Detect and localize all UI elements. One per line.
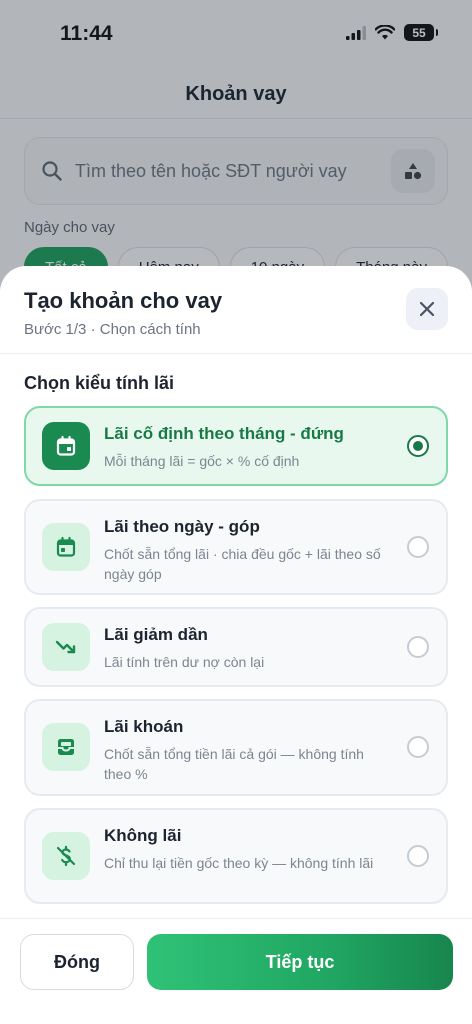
option-lump-sum-interest[interactable]: Lãi khoán Chốt sẵn tổng tiền lãi cả gói …: [24, 699, 448, 796]
option-icon-box: [42, 523, 90, 571]
trending-down-icon: [55, 640, 76, 654]
sheet-step-subtitle: Bước 1/3 · Chọn cách tính: [24, 321, 201, 338]
inbox-icon: [58, 739, 74, 755]
option-title: Lãi giảm dần: [104, 625, 208, 644]
create-loan-sheet: Tạo khoản cho vay Bước 1/3 · Chọn cách t…: [0, 266, 472, 1024]
option-icon-box: [42, 422, 90, 470]
continue-button[interactable]: Tiếp tục: [147, 934, 453, 990]
option-title: Lãi theo ngày - góp: [104, 517, 260, 536]
option-description: Chốt sẵn tổng lãi · chia đều gốc + lãi t…: [104, 546, 381, 582]
option-no-interest[interactable]: Không lãi Chỉ thu lại tiền gốc theo kỳ —…: [24, 808, 448, 904]
close-footer-button[interactable]: Đóng: [20, 934, 134, 990]
option-radio[interactable]: [407, 435, 429, 457]
option-title: Không lãi: [104, 826, 182, 845]
option-description: Chỉ thu lại tiền gốc theo kỳ — không tín…: [104, 855, 374, 871]
option-title: Lãi cố định theo tháng - đứng: [104, 424, 344, 443]
footer-divider: [0, 918, 472, 919]
option-description: Lãi tính trên dư nợ còn lại: [104, 654, 265, 670]
option-title: Lãi khoán: [104, 717, 184, 736]
option-icon-box: [42, 832, 90, 880]
option-declining-balance[interactable]: Lãi giảm dần Lãi tính trên dư nợ còn lại: [24, 607, 448, 687]
option-description: Mỗi tháng lãi = gốc × % cố định: [104, 453, 300, 469]
section-title: Chọn kiểu tính lãi: [24, 373, 175, 393]
option-icon-box: [42, 623, 90, 671]
option-radio[interactable]: [407, 636, 429, 658]
option-radio[interactable]: [407, 536, 429, 558]
money-off-icon: [56, 845, 76, 867]
option-fixed-monthly[interactable]: Lãi cố định theo tháng - đứng Mỗi tháng …: [24, 406, 448, 486]
sheet-divider: [0, 353, 472, 354]
calendar-icon: [56, 536, 76, 557]
option-radio[interactable]: [407, 736, 429, 758]
option-radio[interactable]: [407, 845, 429, 867]
close-button[interactable]: [406, 288, 448, 330]
option-icon-box: [42, 723, 90, 771]
calendar-icon: [56, 435, 76, 456]
option-description: Chốt sẵn tổng tiền lãi cả gói — không tí…: [104, 746, 364, 782]
option-daily-installment[interactable]: Lãi theo ngày - góp Chốt sẵn tổng lãi · …: [24, 499, 448, 595]
close-icon: [419, 301, 435, 317]
sheet-title: Tạo khoản cho vay: [24, 288, 223, 313]
